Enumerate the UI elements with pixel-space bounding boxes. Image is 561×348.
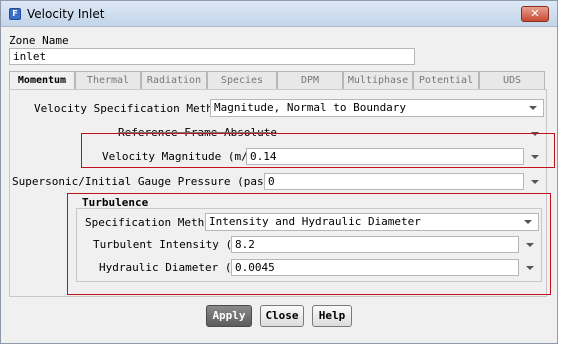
tab-bar: Momentum Thermal Radiation Species DPM M…: [9, 71, 547, 90]
gauge-pressure-label: Supersonic/Initial Gauge Pressure (pasca…: [12, 175, 291, 188]
close-window-button[interactable]: ✕: [521, 6, 549, 22]
tab-momentum[interactable]: Momentum: [9, 71, 75, 90]
close-button[interactable]: Close: [260, 305, 304, 327]
tab-species[interactable]: Species: [207, 71, 277, 89]
velocity-magnitude-highlight: [81, 133, 555, 168]
tab-uds[interactable]: UDS: [479, 71, 545, 89]
tab-radiation[interactable]: Radiation: [141, 71, 207, 89]
zone-name-label: Zone Name: [9, 34, 69, 47]
tab-thermal[interactable]: Thermal: [75, 71, 141, 89]
tab-potential[interactable]: Potential: [413, 71, 479, 89]
chevron-down-icon: [529, 106, 537, 110]
chevron-down-icon: [531, 180, 539, 184]
tab-multiphase[interactable]: Multiphase: [343, 71, 413, 89]
gauge-pressure-input[interactable]: 0: [264, 173, 524, 190]
apply-button[interactable]: Apply: [206, 305, 252, 327]
tab-dpm[interactable]: DPM: [277, 71, 343, 89]
velocity-spec-value: Magnitude, Normal to Boundary: [214, 101, 407, 114]
zone-name-input[interactable]: inlet: [9, 48, 415, 65]
velocity-inlet-dialog: F Velocity Inlet ✕ Zone Name inlet Momen…: [0, 0, 558, 344]
velocity-spec-dropdown[interactable]: Magnitude, Normal to Boundary: [210, 99, 544, 117]
help-button[interactable]: Help: [312, 305, 352, 327]
velocity-spec-label: Velocity Specification Method: [34, 102, 227, 115]
turbulence-highlight: [67, 193, 551, 295]
app-icon: F: [9, 8, 21, 20]
window-title: Velocity Inlet: [27, 7, 105, 21]
title-bar[interactable]: F Velocity Inlet ✕: [1, 1, 557, 27]
